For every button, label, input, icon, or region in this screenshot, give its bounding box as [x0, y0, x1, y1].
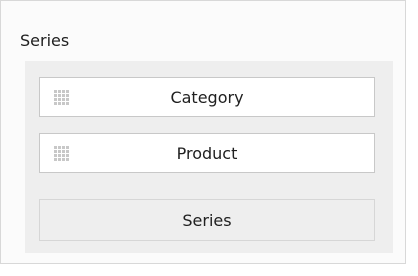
series-drop-zone[interactable]: Category Product Series — [25, 61, 393, 253]
section-title: Series — [20, 31, 70, 50]
series-placeholder-button[interactable]: Series — [39, 199, 375, 241]
series-item-label: Product — [176, 143, 238, 163]
series-item-category[interactable]: Category — [39, 77, 375, 117]
series-panel: Series Category Product Series — [0, 0, 406, 264]
series-item-product[interactable]: Product — [39, 133, 375, 173]
series-item-label: Category — [170, 87, 244, 107]
placeholder-label: Series — [182, 210, 232, 230]
